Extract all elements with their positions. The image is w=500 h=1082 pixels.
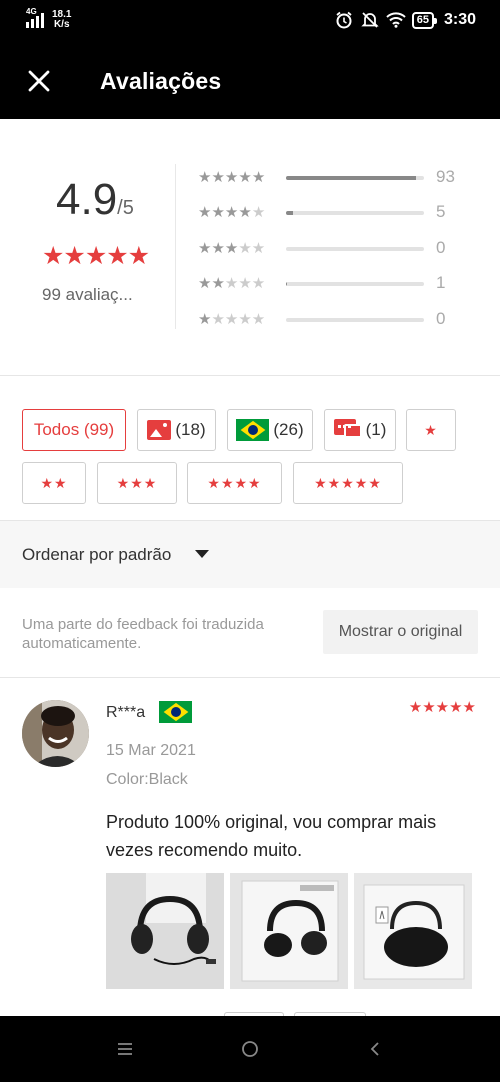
network-speed: 18.1 K/s — [52, 9, 72, 30]
review-variant: Color:Black — [106, 771, 188, 788]
filter-1-star[interactable]: ★ — [406, 409, 456, 451]
average-stars: ★★★★★ — [42, 242, 150, 270]
rating-bar — [286, 211, 424, 215]
image-icon — [147, 420, 172, 440]
status-bar: 4G 18.1 K/s 65 3:30 — [0, 0, 500, 42]
rating-bar — [286, 247, 424, 251]
filter-5-stars[interactable]: ★★★★★ — [293, 462, 403, 504]
brazil-flag-icon — [236, 419, 270, 441]
close-button[interactable] — [22, 64, 56, 98]
rating-row-2-stars: ★★★★★ 1 — [198, 273, 468, 294]
average-score: 4.9/5 — [56, 175, 134, 224]
close-icon — [28, 70, 50, 92]
page-title: Avaliações — [100, 68, 222, 94]
rating-row-4-stars: ★★★★★ 5 — [198, 202, 468, 223]
show-original-button[interactable]: Mostrar o original — [323, 610, 478, 654]
rating-summary: 4.9/5 ★★★★★ 99 avaliaç... ★★★★★ 93 ★★★★★ 5 ★… — [0, 119, 500, 375]
review-photo-3[interactable] — [354, 873, 472, 989]
home-button[interactable] — [235, 1034, 265, 1064]
home-icon — [242, 1041, 258, 1057]
translation-notice: Uma parte do feedback foi traduzida auto… — [0, 588, 500, 677]
row-stars: ★★★★★ — [198, 275, 266, 292]
review-item: R***a ★★★★★ 15 Mar 2021 Color:Black Prod… — [0, 678, 500, 1016]
rating-row-3-stars: ★★★★★ 0 — [198, 238, 468, 259]
rating-count: 0 — [436, 309, 446, 328]
header: Avaliações — [0, 42, 500, 119]
rating-bar — [286, 318, 424, 322]
review-filters: Todos (99) (18) (26) (1) ★ ★★ ★★★ ★★★★ ★… — [0, 376, 500, 520]
rating-count: 5 — [436, 202, 446, 221]
caret-down-icon — [195, 550, 209, 558]
brazil-flag-icon — [159, 701, 192, 723]
review-count: 99 avaliaç... — [42, 285, 133, 304]
avatar — [22, 700, 89, 767]
filter-4-stars[interactable]: ★★★★ — [187, 462, 282, 504]
row-stars: ★★★★★ — [198, 240, 266, 257]
cell-signal-icon: 4G — [26, 7, 44, 28]
review-date: 15 Mar 2021 — [106, 742, 196, 759]
rating-bar — [286, 176, 424, 180]
system-nav-bar — [0, 1016, 500, 1082]
filter-with-photos[interactable]: (18) — [137, 409, 216, 451]
wifi-icon — [386, 10, 406, 30]
alarm-icon — [334, 10, 354, 30]
menu-icon — [118, 1043, 132, 1055]
row-stars: ★★★★★ — [198, 311, 266, 328]
rating-count: 93 — [436, 167, 455, 186]
filter-country[interactable]: (26) — [227, 409, 313, 451]
comment-icon — [333, 419, 362, 441]
rating-row-5-stars: ★★★★★ 93 — [198, 167, 468, 188]
divider — [175, 164, 176, 329]
mute-icon — [360, 10, 380, 30]
filter-2-stars[interactable]: ★★ — [22, 462, 86, 504]
row-stars: ★★★★★ — [198, 204, 266, 221]
sort-label: Ordenar por padrão — [22, 545, 172, 564]
rating-count: 1 — [436, 273, 446, 292]
sort-dropdown[interactable]: Ordenar por padrão — [0, 521, 500, 588]
filter-comments[interactable]: (1) — [324, 409, 396, 451]
translation-note: Uma parte do feedback foi traduzida auto… — [22, 616, 264, 652]
rating-count: 0 — [436, 238, 446, 257]
back-button[interactable] — [360, 1034, 390, 1064]
review-photo-2[interactable] — [230, 873, 348, 989]
reviewer-name: R***a — [106, 704, 146, 721]
battery-icon: 65 — [411, 11, 438, 29]
rating-row-1-stars: ★★★★★ 0 — [198, 309, 468, 330]
menu-button[interactable] — [110, 1034, 140, 1064]
review-text: Produto 100% original, vou comprar mais … — [106, 812, 437, 860]
review-photo-1[interactable] — [106, 873, 224, 989]
filter-3-stars[interactable]: ★★★ — [97, 462, 177, 504]
rating-bar — [286, 282, 424, 286]
review-rating-stars: ★★★★★ — [408, 699, 476, 716]
filter-all[interactable]: Todos (99) — [22, 409, 126, 451]
clock: 3:30 — [443, 11, 476, 28]
row-stars: ★★★★★ — [198, 169, 266, 186]
back-icon — [370, 1042, 379, 1056]
